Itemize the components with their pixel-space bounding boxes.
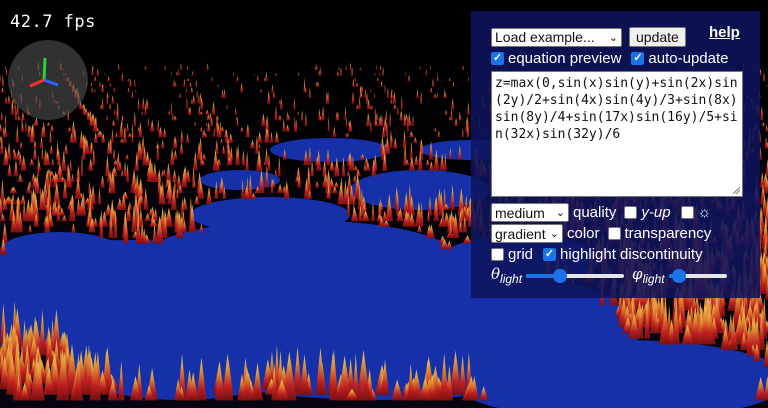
y-axis-icon: [42, 57, 47, 81]
color-label: color: [567, 225, 600, 242]
color-select-value: gradient: [495, 225, 546, 242]
equation-preview-label: equation preview: [508, 50, 622, 67]
example-select-value: Load example...: [495, 29, 595, 45]
slider-thumb[interactable]: [553, 268, 568, 283]
example-select[interactable]: Load example... ⌄: [491, 27, 622, 47]
highlight-discontinuity-label: highlight discontinuity: [560, 246, 703, 263]
transparency-label: transparency: [624, 225, 712, 242]
grid-checkbox[interactable]: [491, 248, 504, 261]
update-button[interactable]: update: [629, 27, 686, 47]
slider-thumb[interactable]: [672, 268, 687, 283]
quality-select-value: medium: [495, 204, 545, 221]
phi-light-slider[interactable]: [668, 268, 727, 283]
auto-update-checkbox[interactable]: [631, 52, 645, 65]
axes-orientation-widget[interactable]: [8, 40, 88, 120]
equation-preview-checkbox[interactable]: [491, 52, 504, 65]
chevron-down-icon: ⌄: [608, 31, 618, 44]
color-select[interactable]: gradient ⌄: [491, 224, 563, 243]
grid-label: grid: [508, 246, 534, 263]
phi-symbol: φ: [632, 265, 643, 283]
light-toggle-checkbox[interactable]: [680, 206, 694, 219]
transparency-checkbox[interactable]: [607, 227, 621, 240]
highlight-discontinuity-checkbox[interactable]: [543, 248, 557, 261]
chevron-down-icon: ⌄: [555, 207, 565, 219]
chevron-down-icon: ⌄: [549, 228, 559, 240]
resize-grip-icon[interactable]: [732, 186, 740, 194]
auto-update-label: auto-update: [648, 50, 729, 67]
y-up-checkbox[interactable]: [624, 206, 638, 219]
quality-select[interactable]: medium ⌄: [491, 203, 569, 222]
equation-input[interactable]: z=max(0,sin(x)sin(y)+sin(2x)sin(2y)/2+si…: [491, 71, 743, 197]
theta-subscript: light: [500, 272, 523, 286]
x-axis-icon: [43, 78, 59, 87]
y-up-label: y-up: [641, 204, 671, 221]
phi-light-label: φlight: [632, 265, 665, 286]
sun-icon: ☼: [697, 204, 712, 221]
theta-light-label: θlight: [491, 265, 522, 286]
help-link[interactable]: help: [709, 24, 740, 41]
quality-label: quality: [573, 204, 617, 221]
theta-light-slider[interactable]: [526, 268, 625, 283]
theta-symbol: θ: [491, 265, 501, 283]
fps-counter: 42.7 fps: [10, 12, 96, 32]
phi-subscript: light: [642, 272, 665, 286]
equation-text: z=max(0,sin(x)sin(y)+sin(2x)sin(2y)/2+si…: [495, 76, 738, 142]
z-axis-icon: [29, 78, 45, 88]
control-panel: Load example... ⌄ update help equation p…: [471, 11, 760, 298]
